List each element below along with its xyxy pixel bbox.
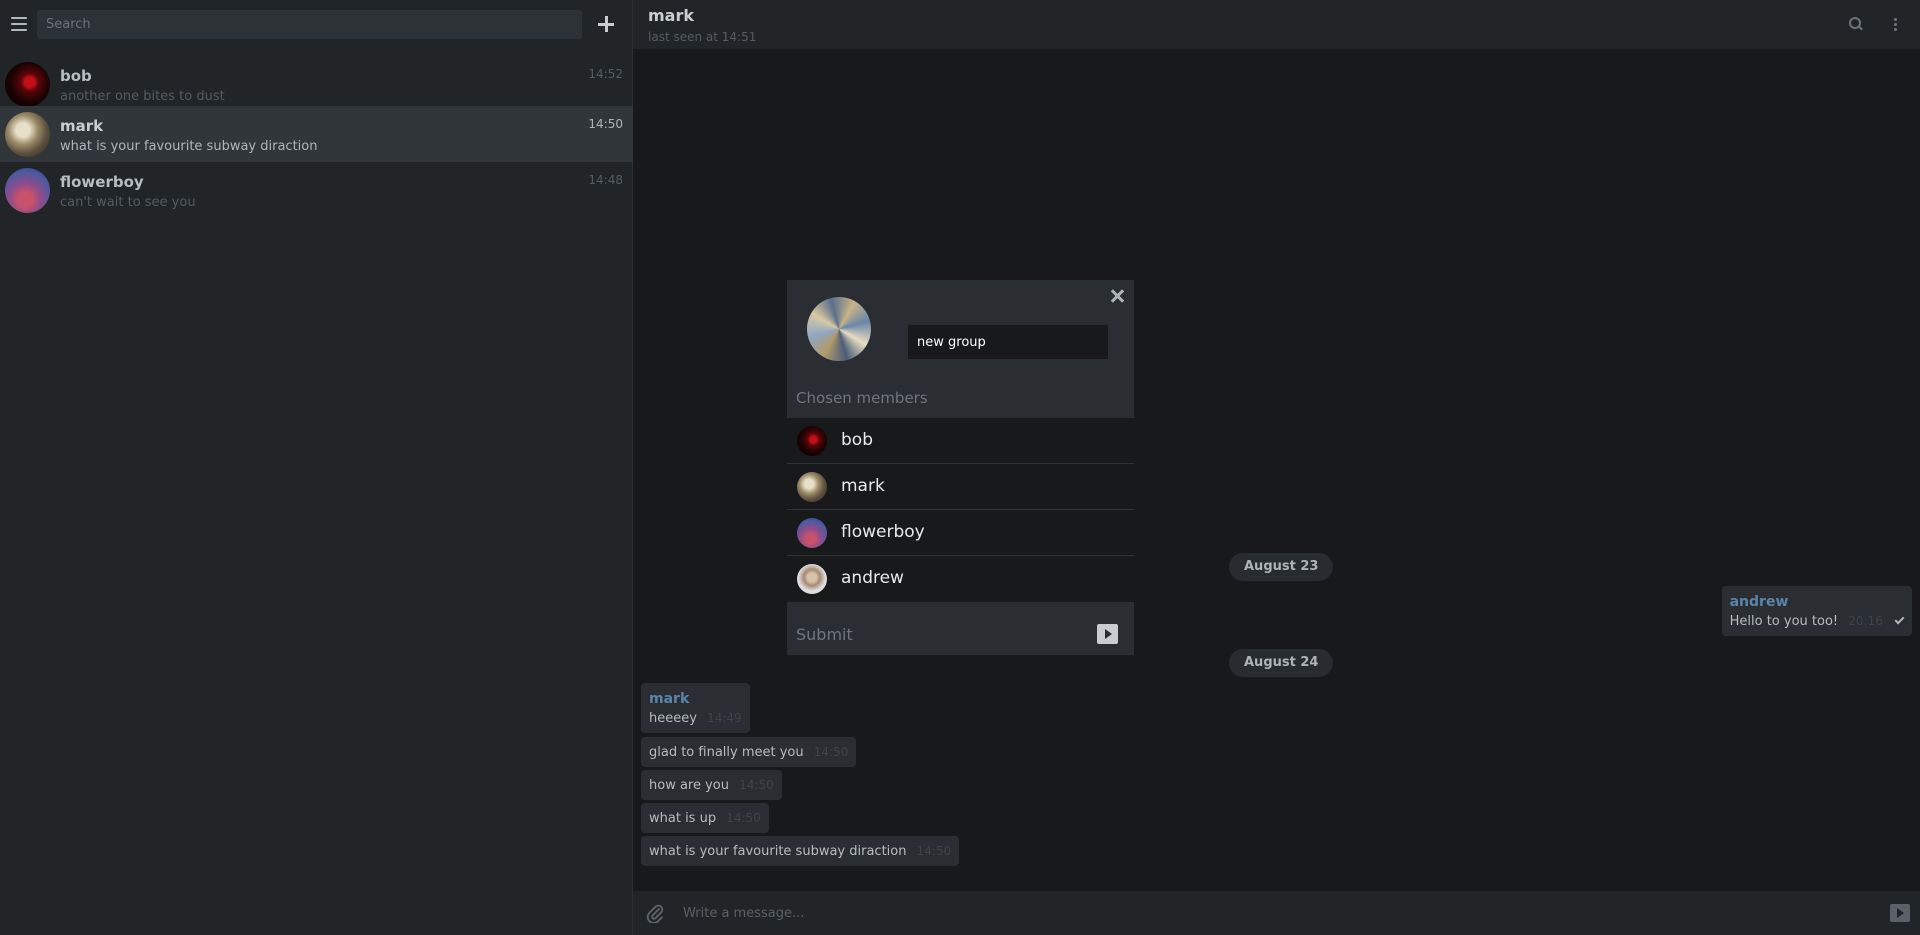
member-item-flowerboy[interactable]: flowerboy	[787, 510, 1134, 556]
chat-preview: what is your favourite subway diraction	[60, 139, 318, 154]
incoming-message: what is up 14:50	[641, 803, 769, 833]
message-time: 14:50	[726, 811, 761, 825]
message-time: 14:50	[916, 844, 952, 858]
message-text: what is up	[649, 811, 717, 826]
incoming-message: what is your favourite subway diraction …	[641, 836, 960, 866]
menu-icon[interactable]	[11, 17, 27, 31]
member-name: bob	[841, 430, 873, 450]
message-input[interactable]	[683, 901, 1843, 925]
avatar	[797, 564, 827, 594]
new-chat-plus-icon[interactable]	[596, 14, 616, 34]
chat-name: mark	[60, 117, 104, 135]
submit-button[interactable]: Submit	[796, 625, 853, 644]
chat-header: mark last seen at 14:51	[633, 0, 1920, 49]
date-separator: August 24	[1229, 649, 1334, 677]
incoming-message: how are you 14:50	[641, 770, 782, 800]
member-item-andrew[interactable]: andrew	[787, 556, 1134, 602]
message-text: Hello to you too!	[1729, 614, 1839, 629]
avatar	[797, 426, 827, 456]
member-name: andrew	[841, 568, 904, 588]
chat-title[interactable]: mark	[648, 6, 694, 25]
chat-item-flowerboy[interactable]: flowerboy can't wait to see you 14:48	[0, 162, 633, 218]
avatar	[5, 112, 50, 157]
chosen-members-heading: Chosen members	[796, 389, 928, 407]
message-composer	[633, 891, 1920, 935]
message-time: 20:16	[1848, 614, 1883, 628]
search-input[interactable]	[37, 10, 582, 39]
incoming-message: mark heeeey 14:49	[641, 683, 750, 733]
message-time: 14:49	[707, 711, 742, 725]
last-seen-status: last seen at 14:51	[648, 30, 757, 44]
chat-time: 14:48	[588, 173, 623, 187]
chat-name: flowerboy	[60, 173, 144, 191]
message-text: glad to finally meet you	[649, 745, 804, 760]
chat-name: bob	[60, 67, 92, 85]
send-icon[interactable]	[1890, 904, 1910, 922]
chat-time: 14:52	[588, 67, 623, 81]
message-text: heeeey	[649, 711, 697, 726]
chat-item-bob[interactable]: bob another one bites to dust 14:52	[0, 56, 633, 112]
chat-list-sidebar: bob another one bites to dust 14:52 mark…	[0, 0, 633, 935]
member-item-mark[interactable]: mark	[787, 464, 1134, 510]
message-sender: mark	[649, 691, 690, 707]
chat-preview: another one bites to dust	[60, 89, 225, 104]
chat-preview: can't wait to see you	[60, 195, 196, 210]
outgoing-message: andrew Hello to you too! 20:16	[1721, 586, 1912, 636]
more-options-icon[interactable]	[1894, 18, 1898, 32]
message-text: how are you	[649, 778, 729, 793]
incoming-message: glad to finally meet you 14:50	[641, 737, 857, 767]
sidebar-toolbar	[0, 0, 633, 49]
submit-arrow-icon[interactable]	[1097, 624, 1118, 644]
avatar	[797, 518, 827, 548]
group-photo[interactable]	[807, 297, 871, 361]
chat-time: 14:50	[588, 117, 623, 131]
message-text: what is your favourite subway diraction	[649, 844, 907, 859]
search-icon[interactable]	[1849, 17, 1863, 31]
message-time: 14:50	[813, 745, 849, 759]
paperclip-icon[interactable]	[645, 903, 665, 923]
member-list: bob mark flowerboy andrew	[787, 418, 1134, 602]
read-check-icon	[1894, 614, 1905, 625]
avatar	[5, 168, 50, 213]
member-name: mark	[841, 476, 885, 496]
member-item-bob[interactable]: bob	[787, 418, 1134, 464]
message-time: 14:50	[739, 778, 774, 792]
chat-item-mark[interactable]: mark what is your favourite subway dirac…	[0, 106, 633, 162]
message-sender: andrew	[1729, 594, 1789, 610]
new-group-modal: Chosen members bob mark flowerboy andrew…	[787, 280, 1134, 655]
avatar	[797, 472, 827, 502]
avatar	[5, 62, 50, 107]
close-icon[interactable]	[1110, 289, 1124, 303]
group-name-input[interactable]	[908, 325, 1108, 359]
date-separator: August 23	[1229, 553, 1334, 581]
member-name: flowerboy	[841, 522, 925, 542]
